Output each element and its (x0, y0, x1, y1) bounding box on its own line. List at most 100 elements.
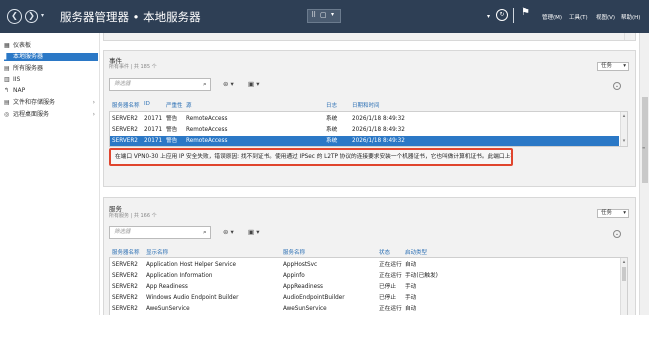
view-switcher[interactable]: ⠿ ▢ ▾ (307, 9, 341, 23)
sidebar-item[interactable]: ▦ 仪表板 (4, 42, 98, 50)
table-row[interactable]: SERVER2 20171 警告 RemoteAccess 系统 2026/1/18 8:… (110, 136, 619, 146)
table-row[interactable]: SERVER2 20171 警告 RemoteAccess 系统 2026/1/18 8:… (110, 114, 619, 124)
table-cell: 警告 (166, 127, 178, 133)
scroll-up-icon[interactable]: ▴ (621, 259, 627, 265)
table-cell: AweSunService (146, 306, 190, 312)
scroll-grip-icon: ≡ (642, 145, 646, 150)
sidebar-item-label: 文件和存储服务 (13, 99, 56, 106)
table-cell: 2026/1/18 8:49:32 (352, 127, 405, 133)
table-cell: 2026/1/18 8:49:32 (352, 116, 405, 122)
chevron-down-icon: ▾ (331, 11, 335, 18)
table-cell: RemoteAccess (186, 116, 228, 122)
remote-desktop-icon: ◎ (4, 111, 10, 118)
chevron-down-icon: ▾ (623, 210, 626, 216)
column-header[interactable]: 显示名称 (146, 248, 168, 256)
scroll-down-icon[interactable]: ▾ (621, 138, 627, 144)
sidebar-item[interactable]: ▥ IIS (4, 76, 98, 84)
table-cell: AppHostSvc (283, 262, 318, 268)
sidebar-item[interactable]: ▌ 本地服务器 (4, 53, 98, 61)
expand-icon[interactable]: ⌄ (613, 82, 621, 90)
table-cell: 系统 (326, 138, 338, 144)
table-cell: SERVER2 (112, 306, 138, 312)
table-row[interactable]: SERVER2 AweSunService AweSunService 正在运行 自动 (110, 304, 619, 314)
iis-icon: ▥ (4, 76, 10, 83)
forward-button[interactable]: ❯ (25, 10, 38, 23)
table-cell: AppReadiness (283, 284, 324, 290)
sidebar-item[interactable]: ◎ 远程桌面服务 › (4, 111, 98, 119)
search-icon[interactable]: ⌕ (203, 80, 207, 89)
table-cell: 已停止 (379, 284, 397, 290)
notification-flag-icon[interactable]: ⚑ (521, 7, 530, 18)
refresh-dropdown-icon[interactable]: ▾ (487, 13, 490, 20)
nav-history-dropdown-icon[interactable]: ▾ (41, 12, 44, 19)
column-header[interactable]: 日志 (326, 101, 337, 109)
list-options-icon[interactable]: ⊜ ▾ (223, 80, 234, 89)
table-row[interactable]: SERVER2 Application Information Appinfo 正在运… (110, 271, 619, 281)
table-row[interactable]: SERVER2 Windows Audio Endpoint Builder Aud… (110, 293, 619, 303)
list-options-icon[interactable]: ⊜ ▾ (223, 228, 234, 237)
table-cell: 正在运行 (379, 273, 402, 279)
table-cell: SERVER2 (112, 295, 138, 301)
sidebar-item[interactable]: ▤ 所有服务器 (4, 65, 98, 73)
table-cell: 手动(已触发) (405, 273, 438, 279)
previous-panel-bottom (103, 33, 636, 41)
sidebar-item[interactable]: ↰ NAP (4, 87, 98, 95)
table-cell: AudioEndpointBuilder (283, 295, 345, 301)
column-header[interactable]: 源 (186, 101, 192, 109)
sidebar: ▦ 仪表板 ▌ 本地服务器 ▤ 所有服务器 ▥ IIS ↰ NAP ▤ 文件和存储服务 › ◎ 远程桌面服务… (0, 33, 100, 315)
services-filter-input[interactable]: 筛选器 (109, 226, 211, 239)
scroll-thumb[interactable] (622, 267, 626, 281)
table-cell: Application Information (146, 273, 213, 279)
column-header[interactable]: 日期和时间 (352, 101, 380, 109)
expand-icon[interactable]: ⌄ (613, 230, 621, 238)
table-cell: 20171 (144, 138, 163, 144)
events-grid-scrollbar[interactable]: ▴ ▾ (620, 112, 627, 146)
dashboard-icon: ▦ (4, 42, 10, 49)
chevron-right-icon: › (92, 99, 95, 106)
previous-panel-scrollbar[interactable] (624, 33, 631, 40)
refresh-icon[interactable]: ↻ (496, 9, 508, 21)
menu-view[interactable]: 视图(V) (596, 13, 615, 21)
sidebar-item[interactable]: ▤ 文件和存储服务 › (4, 99, 98, 107)
table-cell: 系统 (326, 127, 338, 133)
events-tasks-label: 任务 (601, 63, 613, 69)
back-button[interactable]: ❮ (7, 9, 22, 24)
column-header[interactable]: 启动类型 (405, 248, 427, 256)
main-scrollbar[interactable]: ≡ (639, 33, 649, 315)
services-grid: SERVER2 Application Host Helper Service Ap… (109, 257, 628, 315)
events-filter-input[interactable]: 筛选器 (109, 78, 211, 91)
column-header[interactable]: 服务器名称 (112, 248, 140, 256)
table-cell: 正在运行 (379, 262, 402, 268)
table-row[interactable]: SERVER2 App Readiness AppReadiness 已停止 手动 (110, 282, 619, 292)
table-cell: SERVER2 (112, 127, 138, 133)
menu-tools[interactable]: 工具(T) (569, 13, 588, 21)
menu-help[interactable]: 帮助(H) (621, 13, 640, 21)
main-scroll-thumb[interactable] (642, 97, 648, 183)
table-row[interactable]: SERVER2 Application Host Helper Service Ap… (110, 260, 619, 270)
column-header[interactable]: 服务器名称 (112, 101, 140, 109)
search-icon[interactable]: ⌕ (203, 228, 207, 237)
scroll-up-icon[interactable]: ▴ (621, 113, 627, 119)
sidebar-item-label: 所有服务器 (13, 65, 44, 72)
file-storage-icon: ▤ (4, 99, 10, 106)
menu-manage[interactable]: 管理(M) (542, 13, 562, 21)
services-tasks-button[interactable]: 任务 ▾ (597, 209, 629, 218)
table-cell: App Readiness (146, 284, 188, 290)
sidebar-item-label: 仪表板 (13, 42, 32, 49)
table-cell: SERVER2 (112, 262, 138, 268)
column-header[interactable]: ID (144, 101, 150, 107)
column-header[interactable]: 状态 (379, 248, 390, 256)
table-cell: 警告 (166, 138, 178, 144)
save-query-icon[interactable]: ▣ ▾ (248, 228, 259, 237)
table-cell: 正在运行 (379, 306, 402, 312)
column-header[interactable]: 严重性 (166, 101, 183, 109)
table-row[interactable]: SERVER2 20171 警告 RemoteAccess 系统 2026/1/18 8:… (110, 125, 619, 135)
table-cell: 自动 (405, 306, 417, 312)
events-subtitle: 所有事件 | 共 185 个 (109, 64, 157, 70)
column-header[interactable]: 服务名称 (283, 248, 305, 256)
all-servers-icon: ▤ (4, 65, 10, 72)
events-tasks-button[interactable]: 任务 ▾ (597, 62, 629, 71)
save-query-icon[interactable]: ▣ ▾ (248, 80, 259, 89)
services-grid-scrollbar[interactable]: ▴ (620, 258, 627, 315)
sidebar-item-label: 本地服务器 (13, 53, 44, 60)
